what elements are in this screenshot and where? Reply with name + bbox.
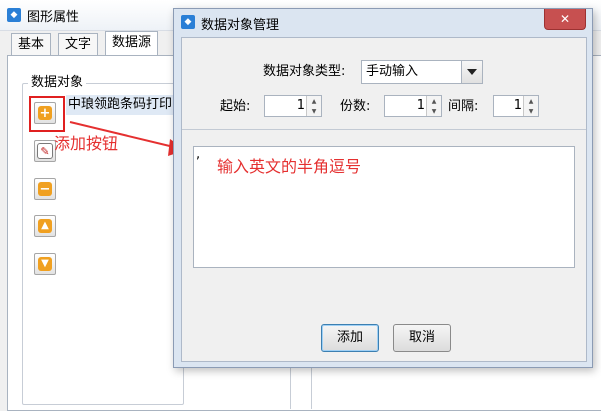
copies-spinner[interactable]: 1 ▲ ▼	[384, 95, 442, 117]
textarea-content: ,	[196, 147, 201, 162]
cancel-button[interactable]: 取消	[393, 324, 451, 352]
interval-label: 间隔:	[448, 99, 479, 114]
start-value: 1	[296, 98, 305, 113]
copies-label: 份数:	[340, 99, 371, 114]
type-label: 数据对象类型:	[263, 64, 346, 79]
spin-down-icon[interactable]: ▼	[524, 106, 538, 116]
type-select-value: 手动输入	[366, 64, 419, 79]
type-select[interactable]: 手动输入	[361, 60, 483, 84]
add-button-annotation: 添加按钮	[54, 134, 119, 153]
copies-value: 1	[416, 98, 425, 113]
spin-down-icon[interactable]: ▼	[307, 106, 321, 116]
dialog-icon: ◆	[181, 15, 195, 29]
copies-spinner-buttons[interactable]: ▲ ▼	[426, 96, 441, 116]
interval-value: 1	[513, 98, 522, 113]
dialog-body: 数据对象类型: 手动输入 起始: 1 ▲ ▼ 份数: 1 ▲ ▼ 间隔: 1 ▲…	[181, 37, 587, 362]
spin-up-icon[interactable]: ▲	[524, 96, 538, 106]
interval-spinner[interactable]: 1 ▲ ▼	[493, 95, 539, 117]
start-label: 起始:	[220, 99, 251, 114]
spin-up-icon[interactable]: ▲	[427, 96, 441, 106]
dialog-title: 数据对象管理	[201, 18, 280, 33]
dialog-title-bar: ◆ 数据对象管理 ✕	[174, 9, 592, 37]
start-spinner[interactable]: 1 ▲ ▼	[264, 95, 322, 117]
spin-down-icon[interactable]: ▼	[427, 106, 441, 116]
data-object-dialog: ◆ 数据对象管理 ✕ 数据对象类型: 手动输入 起始: 1 ▲ ▼ 份数: 1 …	[173, 8, 593, 368]
chevron-down-icon[interactable]	[461, 61, 482, 83]
start-spinner-buttons[interactable]: ▲ ▼	[306, 96, 321, 116]
interval-spinner-buttons[interactable]: ▲ ▼	[523, 96, 538, 116]
spin-up-icon[interactable]: ▲	[307, 96, 321, 106]
close-button[interactable]: ✕	[544, 9, 586, 30]
comma-annotation: 输入英文的半角逗号	[217, 157, 362, 176]
section-divider	[182, 129, 586, 130]
add-confirm-button[interactable]: 添加	[321, 324, 379, 352]
